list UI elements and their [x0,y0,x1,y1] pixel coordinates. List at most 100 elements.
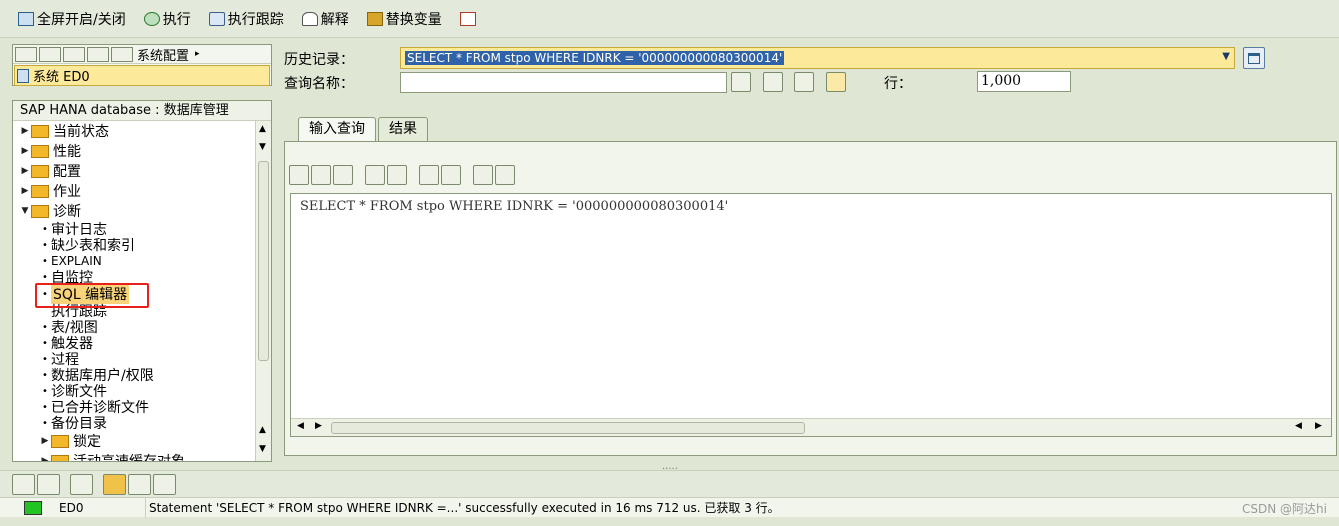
replace-vars-label: 替换变量 [385,11,442,28]
expand-arrow-icon[interactable]: ▶ [19,126,31,136]
tree-scrollbar[interactable]: ▲ ▼ ▲ ▼ [255,121,271,461]
collapse-arrow-icon[interactable]: ▼ [19,206,31,216]
chevron-down-icon[interactable]: ▼ [1222,51,1230,62]
scroll-up-icon[interactable]: ▲ [259,124,266,134]
favorite-button[interactable] [826,72,846,92]
history-label: 历史记录： [284,52,354,68]
tree-folder-performance[interactable]: ▶ 性能 [13,141,255,161]
scroll-right-icon[interactable]: ▶ [315,421,322,431]
rows-input[interactable]: 1,000 [977,71,1071,92]
scroll-up-icon[interactable]: ▲ [259,425,266,435]
copy-button[interactable] [731,72,751,92]
scroll-left-icon[interactable]: ◀ [1295,421,1302,431]
expand-arrow-icon[interactable]: ▶ [19,186,31,196]
delete-history-button[interactable] [1243,47,1265,69]
tab-input-query[interactable]: 输入查询 [298,117,376,141]
fullscreen-button[interactable]: 全屏开启/关闭 [18,9,126,29]
scroll-right-icon[interactable]: ▶ [1315,421,1322,431]
tree-folder-current-state[interactable]: ▶ 当前状态 [13,121,255,141]
bullet-icon: • [42,353,48,365]
scroll-down-icon[interactable]: ▼ [259,142,266,152]
system-label: 系统 ED0 [33,70,90,85]
trace-icon [208,11,225,26]
trash-icon[interactable] [128,473,151,495]
exec-trace-label: 执行跟踪 [227,11,284,28]
variable-icon [366,11,383,26]
sql-editor-form: 历史记录： SELECT * FROM stpo WHERE IDNRK = '… [280,44,1339,464]
expand-arrow-icon[interactable]: ▶ [39,456,51,461]
tree-toggle-icon[interactable] [12,473,35,495]
load-button[interactable] [763,72,783,92]
scroll-thumb[interactable] [258,161,269,361]
cut-icon[interactable] [289,165,309,185]
scroll-left-icon[interactable]: ◀ [297,421,304,431]
paste-icon[interactable] [333,165,353,185]
binoculars-icon[interactable] [70,473,93,495]
expand-arrow-icon[interactable]: ▶ [19,146,31,156]
redo-icon[interactable] [387,165,407,185]
nav-info-icon[interactable] [87,46,109,62]
save-button[interactable] [794,72,814,92]
system-select[interactable]: 系统 ED0 [14,65,270,86]
undo-icon[interactable] [365,165,385,185]
tree-folder-jobs[interactable]: ▶ 作业 [13,181,255,201]
folder-icon [31,144,49,158]
sql-text: SELECT * FROM stpo WHERE IDNRK = '000000… [300,199,729,214]
import-icon[interactable] [473,165,493,185]
tree-item-tables-views[interactable]: • 表/视图 [13,319,255,336]
bullet-icon: • [42,271,48,283]
folder-icon [51,434,69,448]
query-name-input[interactable] [400,72,727,93]
find-next-icon[interactable] [441,165,461,185]
tree-folder-active-cache[interactable]: ▶ 活动高速缓存对象 [13,451,255,462]
tree-header: SAP HANA database : 数据库管理 [13,101,271,121]
tree-folder-config[interactable]: ▶ 配置 [13,161,255,181]
nav-expand-icon[interactable] [39,46,61,62]
tree-item-triggers[interactable]: • 触发器 [13,335,255,352]
expand-arrow-icon[interactable]: ▶ [39,436,51,446]
export-icon[interactable] [495,165,515,185]
tree-item-merged-diag-files[interactable]: • 已合并诊断文件 [13,399,255,416]
tree-item-explain[interactable]: • EXPLAIN [13,253,255,269]
tree-item-backup-catalog[interactable]: • 备份目录 [13,415,255,432]
system-icon [17,68,29,83]
tree-item-missing-tables[interactable]: • 缺少表和索引 [13,237,255,254]
nav-doc-icon[interactable] [111,46,133,62]
find-icon[interactable] [419,165,439,185]
navigator-icon[interactable] [37,473,60,495]
exec-trace-button[interactable]: 执行跟踪 [208,9,284,29]
nav-collapse-icon[interactable] [63,46,85,62]
history-dropdown[interactable]: SELECT * FROM stpo WHERE IDNRK = '000000… [400,47,1235,69]
editor-hscrollbar[interactable]: ◀ ▶ ◀ ▶ [291,418,1331,436]
copy-icon[interactable] [311,165,331,185]
sql-editor[interactable]: SELECT * FROM stpo WHERE IDNRK = '000000… [290,193,1332,437]
bullet-icon: • [42,417,48,429]
execute-button[interactable]: 执行 [143,9,191,29]
tree-label: 性能 [53,144,81,160]
tree-label: EXPLAIN [51,254,102,268]
replace-vars-button[interactable]: 替换变量 [366,9,442,29]
tree-label: 活动高速缓存对象 [73,454,185,462]
tree-item-db-users[interactable]: • 数据库用户/权限 [13,367,255,384]
screen-icon [18,11,34,26]
swap-icon [459,11,476,26]
tab-results[interactable]: 结果 [378,117,428,141]
bullet-icon: • [42,401,48,413]
tab-panel: SELECT * FROM stpo WHERE IDNRK = '000000… [284,141,1337,456]
bullet-icon: • [42,255,48,267]
nav-next-icon[interactable]: ▸ [195,49,200,59]
scroll-thumb[interactable] [331,422,805,434]
printer-icon[interactable] [153,473,176,495]
nav-layout-icon[interactable] [15,46,37,62]
explain-button[interactable]: 解释 [301,9,349,29]
expand-arrow-icon[interactable]: ▶ [19,166,31,176]
tree-folder-lock[interactable]: ▶ 锁定 [13,431,255,451]
explain-label: 解释 [320,11,349,28]
tree-folder-diagnosis[interactable]: ▼ 诊断 [13,201,255,221]
history-icon[interactable] [103,473,126,495]
splitter[interactable] [273,44,279,462]
system-config-label[interactable]: 系统配置 [137,45,189,64]
swap-button[interactable] [459,11,479,26]
scroll-down-icon[interactable]: ▼ [259,444,266,454]
execute-label: 执行 [162,11,191,28]
